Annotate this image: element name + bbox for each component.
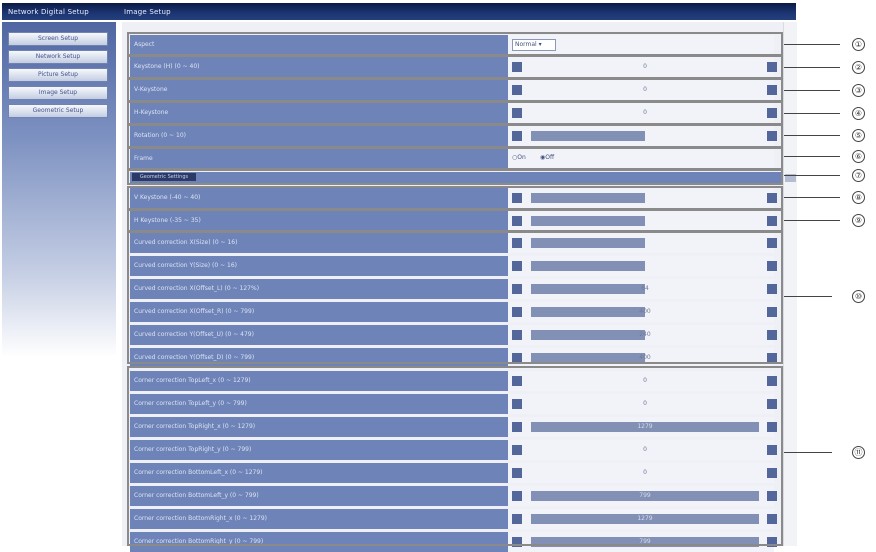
callout-line bbox=[784, 67, 840, 68]
callout-line bbox=[784, 135, 840, 136]
callout-line bbox=[784, 220, 840, 221]
callout-number: ② bbox=[852, 61, 865, 74]
callout-number: ⑩ bbox=[852, 290, 865, 303]
callout-line bbox=[784, 452, 832, 453]
callout-number: ⑤ bbox=[852, 129, 865, 142]
sidebar-item-network-setup[interactable]: Network Setup bbox=[8, 50, 108, 64]
group-outline bbox=[127, 124, 783, 148]
sidebar-item-image-setup[interactable]: Image Setup bbox=[8, 86, 108, 100]
title-bar: Network Digital Setup Image Setup bbox=[2, 3, 796, 20]
callout-number: ⑦ bbox=[852, 169, 865, 182]
callout-line bbox=[784, 90, 840, 91]
callout-number: ⑨ bbox=[852, 214, 865, 227]
callout-line bbox=[784, 197, 840, 198]
group-outline bbox=[127, 186, 783, 210]
callout-number: ⑥ bbox=[852, 150, 865, 163]
callout-number: ④ bbox=[852, 107, 865, 120]
callout-line bbox=[784, 156, 840, 157]
group-outline bbox=[127, 169, 783, 185]
callout-line bbox=[784, 175, 840, 176]
app-title: Network Digital Setup bbox=[8, 8, 89, 16]
callout-number: ③ bbox=[852, 84, 865, 97]
callout-line bbox=[784, 113, 840, 114]
group-outline bbox=[127, 231, 783, 364]
settings-panel: Aspect Normal ▾ Keystone (H) (0 ~ 40) 0 V-Ke… bbox=[122, 22, 796, 552]
group-outline bbox=[127, 147, 783, 170]
sidebar-item-picture-setup[interactable]: Picture Setup bbox=[8, 68, 108, 82]
page-title: Image Setup bbox=[124, 8, 171, 16]
group-outline bbox=[127, 101, 783, 125]
sidebar-item-geometric-setup[interactable]: Geometric Setup bbox=[8, 104, 108, 118]
group-outline bbox=[127, 366, 783, 546]
callout-line bbox=[784, 44, 840, 45]
group-outline bbox=[127, 55, 783, 79]
sidebar: Screen Setup Network Setup Picture Setup… bbox=[2, 22, 116, 357]
callout-number: ⑪ bbox=[852, 446, 865, 459]
scrollbar[interactable] bbox=[783, 22, 797, 546]
callout-number: ① bbox=[852, 38, 865, 51]
group-outline bbox=[127, 78, 783, 102]
callout-line bbox=[784, 296, 832, 297]
callout-number: ⑧ bbox=[852, 191, 865, 204]
group-outline bbox=[127, 32, 783, 56]
sidebar-item-screen-setup[interactable]: Screen Setup bbox=[8, 32, 108, 46]
group-outline bbox=[127, 209, 783, 232]
